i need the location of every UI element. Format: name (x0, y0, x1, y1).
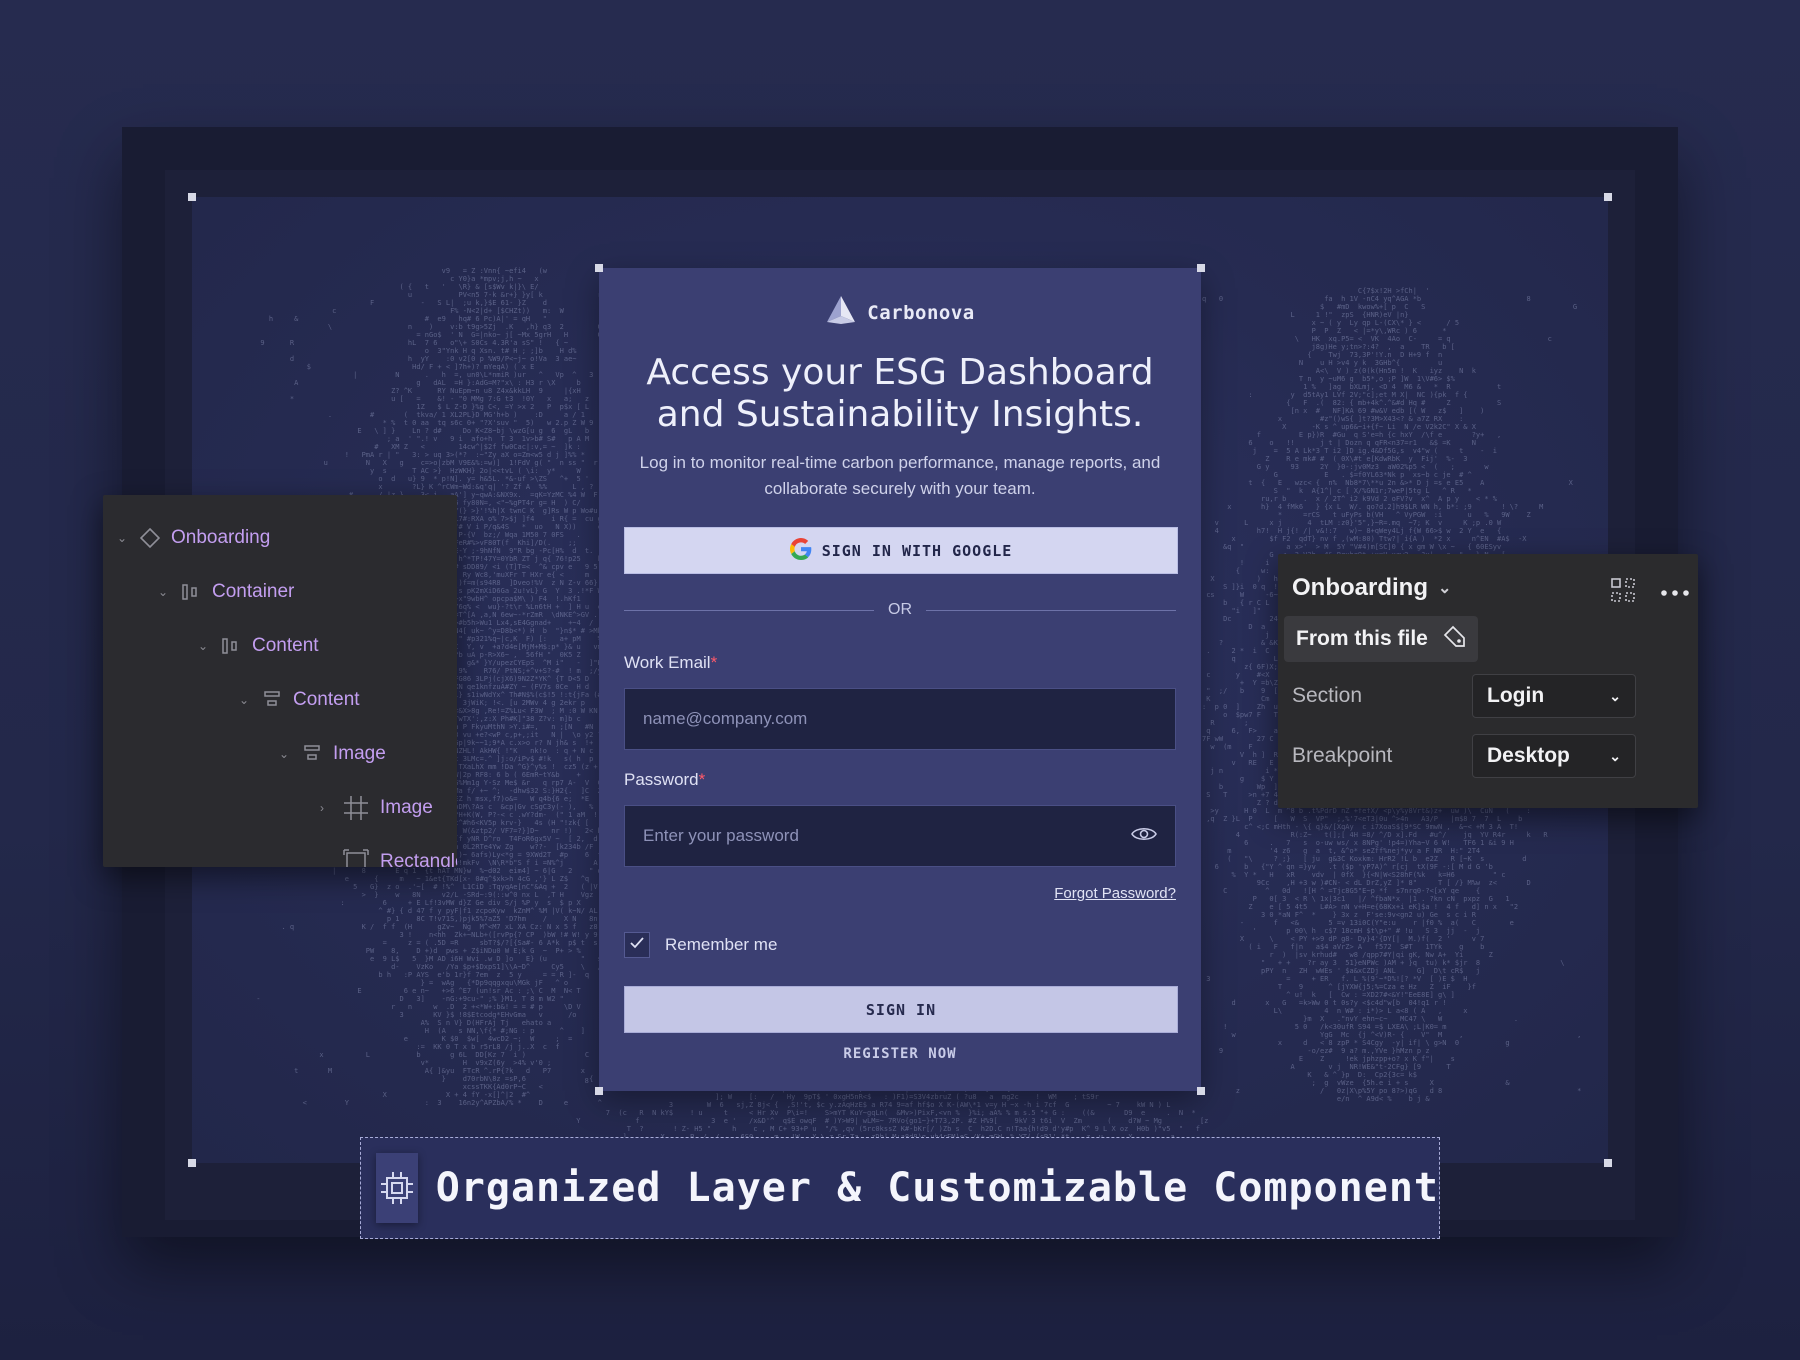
email-placeholder: name@company.com (643, 709, 808, 728)
canvas-handle-bl[interactable] (188, 1159, 196, 1167)
email-label-text: Work Email (624, 653, 711, 672)
canvas-handle-tl[interactable] (188, 193, 196, 201)
password-label-text: Password (624, 770, 699, 789)
chevron-down-icon: ⌄ (1609, 747, 1621, 764)
horizontal-stack-icon (180, 581, 202, 603)
check-icon (630, 936, 644, 954)
sign-in-button[interactable]: SIGN IN (624, 986, 1178, 1033)
chevron-down-icon[interactable]: ⌄ (158, 585, 170, 599)
divider-line-left (624, 609, 874, 611)
horizontal-stack-icon (220, 635, 242, 657)
breakpoint-select[interactable]: Desktop ⌄ (1472, 734, 1636, 778)
google-button-label: SIGN IN WITH GOOGLE (821, 541, 1013, 560)
layer-item-image-frame[interactable]: › Image (320, 790, 433, 826)
vertical-stack-icon (301, 743, 323, 765)
layer-item-content[interactable]: ⌄ Content (198, 628, 319, 664)
source-label: From this file (1296, 627, 1428, 650)
remember-me-label[interactable]: Remember me (665, 935, 777, 955)
card-handle-bl[interactable] (595, 1087, 603, 1095)
login-headline: Access your ESG Dashboard and Sustainabi… (646, 352, 1154, 435)
chevron-down-icon: ⌄ (1609, 687, 1621, 704)
chevron-down-icon[interactable]: ⌄ (117, 531, 129, 545)
layer-label: Content (293, 689, 360, 710)
brand-name: Carbonova (867, 301, 975, 324)
register-link[interactable]: REGISTER NOW (624, 1046, 1176, 1062)
section-select[interactable]: Login ⌄ (1472, 674, 1636, 718)
required-mark: * (710, 653, 718, 672)
rectangle-icon (342, 848, 370, 867)
properties-panel: Onboarding ⌄ From this file Section Logi… (1278, 554, 1698, 808)
layer-item-container[interactable]: ⌄ Container (158, 574, 294, 610)
layer-item-image[interactable]: ⌄ Image (279, 736, 386, 772)
component-chip-icon (376, 1153, 418, 1223)
layer-label: Image (380, 797, 433, 818)
component-diamond-icon (139, 527, 161, 549)
component-title[interactable]: Onboarding ⌄ (1292, 574, 1451, 602)
layer-label: Image (333, 743, 386, 764)
breakpoint-label: Breakpoint (1292, 744, 1393, 767)
canvas-handle-br[interactable] (1604, 1159, 1612, 1167)
chevron-right-icon[interactable]: › (320, 801, 332, 815)
password-placeholder: Enter your password (643, 826, 799, 845)
email-label: Work Email* (624, 653, 717, 673)
or-text: OR (888, 601, 912, 618)
source-from-file[interactable]: From this file (1284, 616, 1478, 662)
tag-icon (1442, 624, 1466, 654)
layer-item-onboarding[interactable]: ⌄ Onboarding (117, 520, 270, 556)
layer-item-rectangle[interactable]: Rectangle (342, 844, 457, 867)
vertical-stack-icon (261, 689, 283, 711)
layer-label: Content (252, 635, 319, 656)
section-label: Section (1292, 684, 1363, 707)
remember-me-checkbox[interactable] (624, 932, 650, 958)
card-handle-tr[interactable] (1197, 264, 1205, 272)
layer-label: Onboarding (171, 527, 271, 548)
component-title-text: Onboarding (1292, 574, 1428, 601)
breakpoint-value: Desktop (1487, 744, 1570, 767)
required-mark: * (698, 770, 706, 789)
chevron-down-icon[interactable]: ⌄ (279, 747, 291, 761)
password-input[interactable]: Enter your password (624, 805, 1176, 867)
section-value: Login (1487, 684, 1545, 707)
card-handle-tl[interactable] (595, 264, 603, 272)
eye-icon[interactable] (1131, 825, 1157, 848)
layer-label: Container (212, 581, 295, 602)
carbonova-logo-icon (825, 294, 857, 331)
password-label: Password* (624, 770, 705, 790)
more-options-icon[interactable] (1660, 584, 1690, 602)
google-icon (789, 537, 812, 564)
layer-label: Rectangle (380, 851, 457, 867)
brand-logo: Carbonova (0, 294, 1800, 331)
email-input[interactable]: name@company.com (624, 688, 1176, 750)
chevron-down-icon[interactable]: ⌄ (239, 693, 251, 707)
frame-icon (342, 794, 370, 822)
layers-panel: ⌄ Onboarding ⌄ Container ⌄ Content ⌄ Con… (103, 495, 457, 867)
login-subline: Log in to monitor real-time carbon perfo… (639, 453, 1161, 498)
canvas-handle-tr[interactable] (1604, 193, 1612, 201)
grid-icon[interactable] (1610, 577, 1636, 608)
layer-item-content-inner[interactable]: ⌄ Content (239, 682, 360, 718)
divider-line-right (926, 609, 1176, 611)
banner-text: Organized Layer & Customizable Component (435, 1165, 1439, 1211)
chevron-down-icon[interactable]: ⌄ (198, 639, 210, 653)
forgot-password-link[interactable]: Forgot Password? (1000, 885, 1176, 902)
google-signin-button[interactable]: SIGN IN WITH GOOGLE (624, 527, 1178, 574)
or-divider: OR (624, 598, 1176, 622)
feature-banner: Organized Layer & Customizable Component (360, 1137, 1440, 1239)
chevron-down-icon[interactable]: ⌄ (1438, 578, 1451, 598)
card-handle-br[interactable] (1197, 1087, 1205, 1095)
